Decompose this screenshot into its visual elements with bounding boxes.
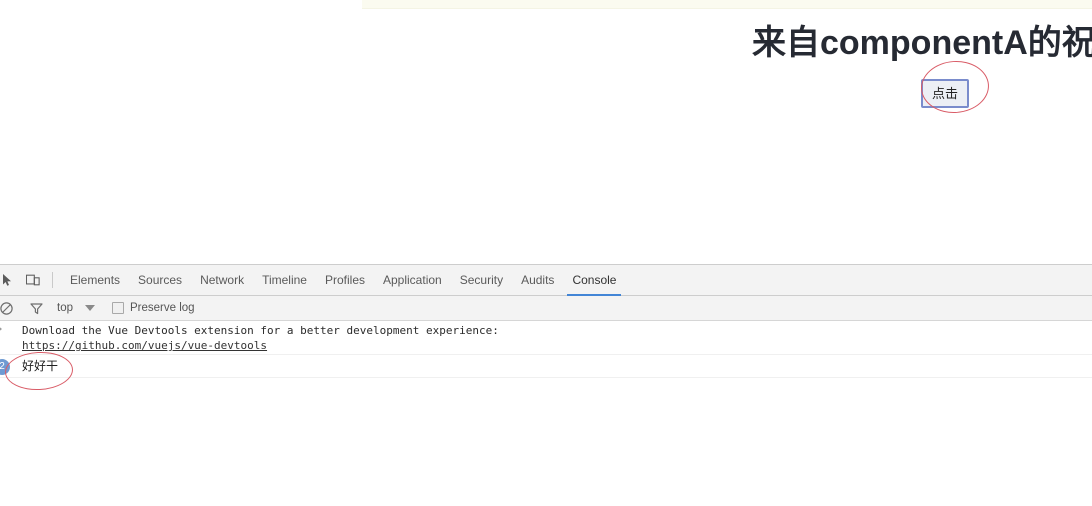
console-message-row[interactable]: 2 好好干 (0, 355, 1092, 378)
devtools-panel: Elements Sources Network Timeline Profil… (0, 264, 1092, 506)
console-output[interactable]: Download the Vue Devtools extension for … (0, 321, 1092, 395)
tab-sources[interactable]: Sources (129, 265, 191, 296)
tab-network[interactable]: Network (191, 265, 253, 296)
expand-arrow-icon (0, 325, 2, 333)
console-message-text: Download the Vue Devtools extension for … (22, 324, 499, 337)
console-toolbar: top Preserve log (0, 296, 1092, 321)
tab-elements[interactable]: Elements (61, 265, 129, 296)
filter-funnel-icon[interactable] (23, 295, 49, 321)
top-notification-strip (362, 0, 1092, 9)
console-context-label: top (57, 302, 73, 314)
toolbar-divider (52, 272, 53, 288)
preserve-log-checkbox[interactable] (112, 302, 124, 314)
console-message-row[interactable]: Download the Vue Devtools extension for … (0, 321, 1092, 355)
page-title: 来自componentA的祝 (752, 24, 1092, 62)
console-message-link[interactable]: https://github.com/vuejs/vue-devtools (22, 338, 267, 353)
clear-console-icon[interactable] (0, 295, 19, 321)
devtools-tabbar: Elements Sources Network Timeline Profil… (0, 265, 1092, 296)
message-count-badge: 2 (0, 359, 10, 375)
console-message-text: 好好干 (22, 359, 59, 373)
tab-timeline[interactable]: Timeline (253, 265, 316, 296)
device-toolbar-icon[interactable] (20, 267, 46, 293)
tab-audits[interactable]: Audits (512, 265, 563, 296)
page-viewport: 来自componentA的祝 点击 (0, 9, 1092, 264)
preserve-log-toggle[interactable]: Preserve log (112, 302, 195, 314)
chevron-down-icon (85, 305, 95, 311)
console-context-select[interactable]: top (57, 299, 95, 318)
inspect-element-icon[interactable] (0, 267, 20, 293)
click-button[interactable]: 点击 (921, 79, 969, 108)
console-prompt-row[interactable] (0, 378, 1092, 395)
tab-profiles[interactable]: Profiles (316, 265, 374, 296)
tab-console[interactable]: Console (563, 265, 625, 296)
preserve-log-label: Preserve log (130, 302, 195, 314)
tab-security[interactable]: Security (451, 265, 512, 296)
tab-application[interactable]: Application (374, 265, 451, 296)
